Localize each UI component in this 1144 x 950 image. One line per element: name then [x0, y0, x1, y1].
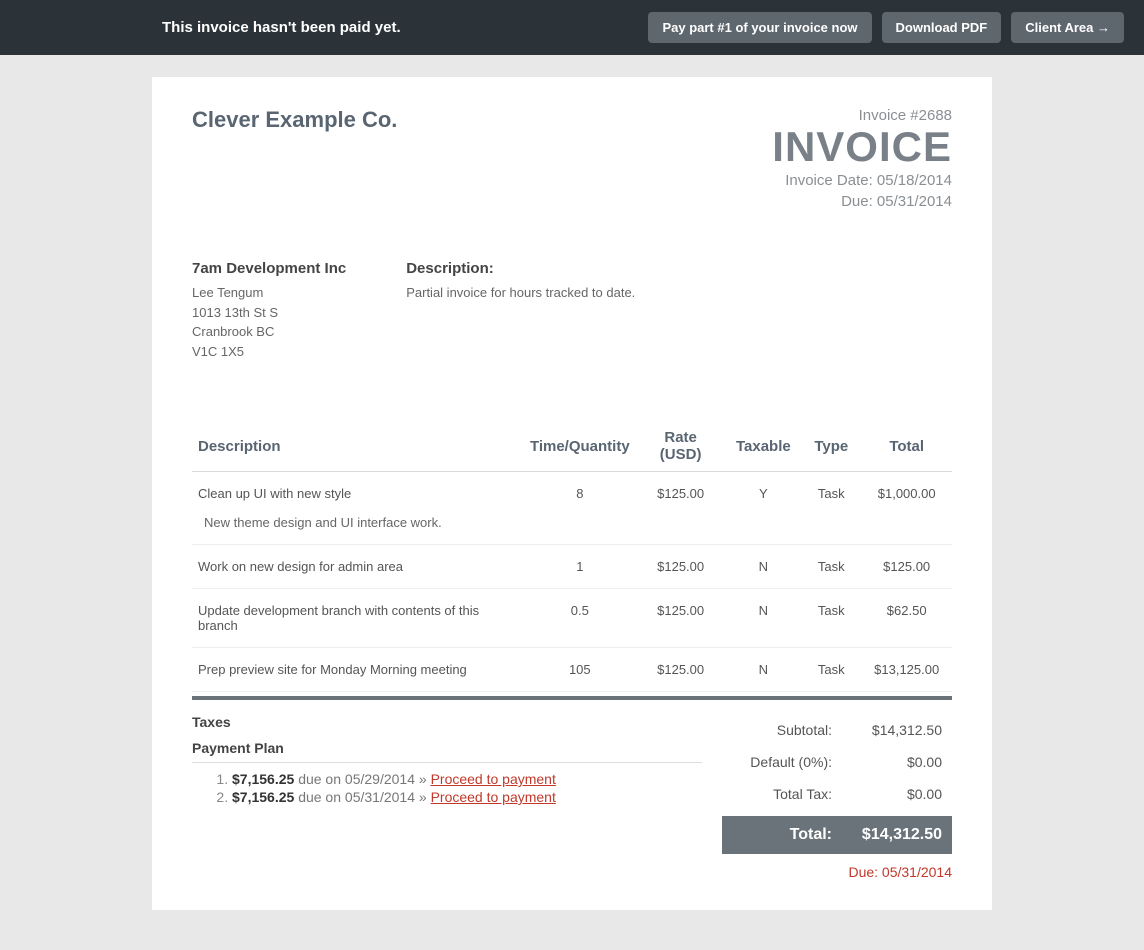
bill-to-contact: Lee Tengum: [192, 283, 346, 303]
item-rate: $125.00: [636, 589, 726, 648]
payment-plan-item: $7,156.25 due on 05/31/2014 » Proceed to…: [232, 789, 702, 805]
description-text: Partial invoice for hours tracked to dat…: [406, 283, 635, 303]
item-type: Task: [801, 472, 861, 545]
invoice-page: Clever Example Co. Invoice #2688 INVOICE…: [152, 77, 992, 910]
item-rate: $125.00: [636, 648, 726, 692]
description-block: Description: Partial invoice for hours t…: [406, 260, 635, 361]
item-taxable: N: [726, 589, 802, 648]
item-taxable: N: [726, 648, 802, 692]
line-items-table: Description Time/Quantity Rate (USD) Tax…: [192, 421, 952, 692]
proceed-to-payment-link[interactable]: Proceed to payment: [431, 771, 556, 787]
invoice-due-date: Due: 05/31/2014: [772, 193, 952, 210]
subtotal-row: Subtotal: $14,312.50: [722, 714, 952, 746]
item-taxable: N: [726, 545, 802, 589]
total-tax-row: Total Tax: $0.00: [722, 778, 952, 810]
item-type: Task: [801, 648, 861, 692]
invoice-number: Invoice #2688: [772, 107, 952, 124]
col-description: Description: [192, 421, 524, 472]
table-divider: [192, 696, 952, 700]
item-qty: 8: [524, 472, 636, 545]
table-row: Clean up UI with new style New theme des…: [192, 472, 952, 545]
item-description: Prep preview site for Monday Morning mee…: [192, 648, 524, 692]
totals-block: Subtotal: $14,312.50 Default (0%): $0.00…: [722, 714, 952, 880]
table-row: Update development branch with contents …: [192, 589, 952, 648]
item-qty: 105: [524, 648, 636, 692]
invoice-date: Invoice Date: 05/18/2014: [772, 172, 952, 189]
item-rate: $125.00: [636, 545, 726, 589]
item-description: Clean up UI with new style New theme des…: [192, 472, 524, 545]
topbar-buttons: Pay part #1 of your invoice now Download…: [648, 12, 1124, 43]
bill-to-street: 1013 13th St S: [192, 303, 346, 323]
item-type: Task: [801, 589, 861, 648]
client-area-button[interactable]: Client Area →: [1011, 12, 1124, 43]
download-pdf-button[interactable]: Download PDF: [882, 12, 1002, 43]
item-total: $1,000.00: [861, 472, 952, 545]
col-total: Total: [861, 421, 952, 472]
footer-left: Taxes Payment Plan $7,156.25 due on 05/2…: [192, 714, 722, 880]
item-description: Update development branch with contents …: [192, 589, 524, 648]
item-description: Work on new design for admin area: [192, 545, 524, 589]
item-total: $62.50: [861, 589, 952, 648]
pay-now-button[interactable]: Pay part #1 of your invoice now: [648, 12, 871, 43]
company-name: Clever Example Co.: [192, 107, 397, 133]
payment-plan-item: $7,156.25 due on 05/29/2014 » Proceed to…: [232, 771, 702, 787]
default-tax-row: Default (0%): $0.00: [722, 746, 952, 778]
table-row: Prep preview site for Monday Morning mee…: [192, 648, 952, 692]
topbar: This invoice hasn't been paid yet. Pay p…: [0, 0, 1144, 55]
bill-to-postal: V1C 1X5: [192, 342, 346, 362]
taxes-heading: Taxes: [192, 714, 702, 730]
bill-to-city: Cranbrook BC: [192, 322, 346, 342]
description-label: Description:: [406, 260, 635, 277]
col-taxable: Taxable: [726, 421, 802, 472]
item-rate: $125.00: [636, 472, 726, 545]
payment-plan-list: $7,156.25 due on 05/29/2014 » Proceed to…: [192, 771, 702, 805]
table-row: Work on new design for admin area 1 $125…: [192, 545, 952, 589]
unpaid-message: This invoice hasn't been paid yet.: [162, 19, 401, 36]
bill-to-company: 7am Development Inc: [192, 260, 346, 277]
due-footer: Due: 05/31/2014: [722, 864, 952, 880]
item-qty: 0.5: [524, 589, 636, 648]
grand-total-row: Total: $14,312.50: [722, 816, 952, 854]
col-type: Type: [801, 421, 861, 472]
bill-to-block: 7am Development Inc Lee Tengum 1013 13th…: [192, 260, 346, 361]
item-taxable: Y: [726, 472, 802, 545]
col-qty: Time/Quantity: [524, 421, 636, 472]
item-qty: 1: [524, 545, 636, 589]
proceed-to-payment-link[interactable]: Proceed to payment: [431, 789, 556, 805]
payment-plan-heading: Payment Plan: [192, 740, 702, 763]
item-total: $13,125.00: [861, 648, 952, 692]
invoice-title: INVOICE: [772, 126, 952, 168]
item-type: Task: [801, 545, 861, 589]
col-rate: Rate (USD): [636, 421, 726, 472]
invoice-meta: Invoice #2688 INVOICE Invoice Date: 05/1…: [772, 107, 952, 210]
item-total: $125.00: [861, 545, 952, 589]
